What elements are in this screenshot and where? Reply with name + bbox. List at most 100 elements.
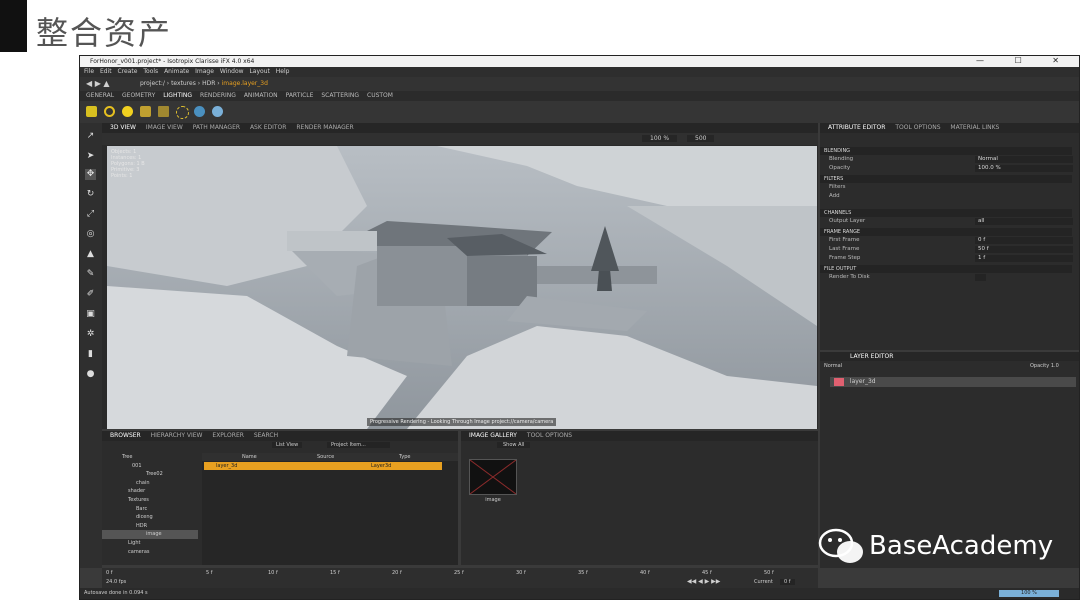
- tab-animation[interactable]: ANIMATION: [244, 92, 278, 99]
- menu-image[interactable]: Image: [195, 68, 214, 75]
- tree-item[interactable]: Tree02: [102, 470, 198, 479]
- light-icon[interactable]: [86, 106, 97, 117]
- tab-explorer[interactable]: EXPLORER: [212, 432, 244, 439]
- first-frame-field[interactable]: 0 f: [975, 237, 1073, 244]
- breadcrumb[interactable]: project:/ › textures › HDR › image.layer…: [140, 80, 268, 87]
- frame-icon[interactable]: ▣: [85, 309, 96, 320]
- tab-particle[interactable]: PARTICLE: [286, 92, 314, 99]
- render-viewport[interactable]: Objects: 1 Instances: 1 Polygons: 1 B Pr…: [107, 146, 817, 429]
- tab-3d-view[interactable]: 3D VIEW: [110, 124, 136, 131]
- scatter-icon[interactable]: ✲: [85, 329, 96, 340]
- blending-dropdown[interactable]: Normal: [975, 156, 1073, 163]
- layer-opacity[interactable]: Opacity 1.0: [1030, 363, 1059, 369]
- value-field[interactable]: 500: [687, 135, 715, 142]
- gi-light-icon[interactable]: [212, 106, 223, 117]
- paint-icon[interactable]: ✎: [85, 269, 96, 280]
- menu-animate[interactable]: Animate: [164, 68, 189, 75]
- tree-item-selected[interactable]: image: [102, 530, 198, 539]
- menu-help[interactable]: Help: [276, 68, 290, 75]
- column-source[interactable]: Source: [317, 453, 334, 461]
- tab-ask-editor[interactable]: ASK EDITOR: [250, 124, 287, 131]
- add-filter-button[interactable]: Add: [829, 192, 840, 201]
- section-blending[interactable]: BLENDING: [820, 147, 1072, 155]
- tick-label: 35 f: [578, 570, 588, 576]
- output-layer-field[interactable]: all: [975, 218, 1073, 225]
- opacity-field[interactable]: 100.0 %: [975, 165, 1073, 172]
- current-frame-field[interactable]: 0 f: [780, 579, 795, 585]
- tab-lighting[interactable]: LIGHTING: [163, 92, 192, 99]
- color-swatch-icon[interactable]: ●: [85, 369, 96, 380]
- menu-create[interactable]: Create: [118, 68, 138, 75]
- brush-icon[interactable]: ✐: [85, 289, 96, 300]
- view-mode-dropdown[interactable]: List View: [272, 442, 303, 448]
- tab-custom[interactable]: CUSTOM: [367, 92, 393, 99]
- nav-arrows-icon[interactable]: ◀ ▶ ▲: [86, 79, 110, 88]
- column-type[interactable]: Type: [399, 453, 410, 461]
- tab-general[interactable]: GENERAL: [86, 92, 114, 99]
- tree-item[interactable]: Tree: [102, 453, 198, 462]
- menu-layout[interactable]: Layout: [249, 68, 269, 75]
- table-row[interactable]: layer_3d Layer3d: [204, 462, 442, 470]
- tab-layer-editor[interactable]: LAYER EDITOR: [850, 353, 893, 360]
- layer-blend-dropdown[interactable]: Normal: [824, 363, 842, 369]
- tree-item[interactable]: HDR: [102, 522, 198, 531]
- orbit-icon[interactable]: ◎: [85, 229, 96, 240]
- tab-hierarchy-view[interactable]: HIERARCHY VIEW: [151, 432, 203, 439]
- show-filter-dropdown[interactable]: Show All: [497, 442, 531, 448]
- pick-icon[interactable]: ↗: [85, 131, 96, 142]
- layer-row[interactable]: layer_3d: [830, 377, 1076, 387]
- section-frame-range[interactable]: FRAME RANGE: [820, 228, 1072, 236]
- tab-browser[interactable]: BROWSER: [110, 432, 141, 439]
- sun-icon[interactable]: [104, 106, 115, 117]
- tab-render-manager[interactable]: RENDER MANAGER: [296, 124, 353, 131]
- rotate-icon[interactable]: ↻: [85, 189, 96, 200]
- measure-icon[interactable]: ▮: [85, 349, 96, 360]
- move-icon[interactable]: ✥: [85, 169, 96, 180]
- tab-attribute-editor[interactable]: ATTRIBUTE EDITOR: [828, 124, 885, 131]
- timeline[interactable]: 0 f 5 f 10 f 15 f 20 f 25 f 30 f 35 f 40…: [102, 568, 818, 588]
- tab-gallery-tool-options[interactable]: TOOL OPTIONS: [527, 432, 572, 439]
- tree-item[interactable]: Light: [102, 539, 198, 548]
- frame-step-field[interactable]: 1 f: [975, 255, 1073, 262]
- section-file-output[interactable]: FILE OUTPUT: [820, 265, 1072, 273]
- tree-item[interactable]: Barc: [102, 505, 198, 514]
- section-channels[interactable]: CHANNELS: [820, 209, 1072, 217]
- point-light-icon[interactable]: [176, 106, 189, 119]
- last-frame-field[interactable]: 50 f: [975, 246, 1073, 253]
- tab-geometry[interactable]: GEOMETRY: [122, 92, 155, 99]
- playback-controls-icon[interactable]: ◀◀ ◀ ▶ ▶▶: [687, 578, 720, 585]
- zoom-field[interactable]: 100 %: [642, 135, 678, 142]
- column-name[interactable]: Name: [242, 453, 257, 461]
- tree-item[interactable]: cameras: [102, 548, 198, 557]
- tab-image-gallery[interactable]: IMAGE GALLERY: [469, 432, 517, 439]
- tab-path-manager[interactable]: PATH MANAGER: [193, 124, 240, 131]
- section-filters[interactable]: FILTERS: [820, 175, 1072, 183]
- menu-window[interactable]: Window: [220, 68, 244, 75]
- tab-tool-options[interactable]: TOOL OPTIONS: [895, 124, 940, 131]
- tree-item[interactable]: chain: [102, 479, 198, 488]
- image-thumbnail[interactable]: [469, 459, 517, 495]
- tab-material-links[interactable]: MATERIAL LINKS: [950, 124, 999, 131]
- tree-item[interactable]: diceng: [102, 513, 198, 522]
- tab-rendering[interactable]: RENDERING: [200, 92, 236, 99]
- menu-tools[interactable]: Tools: [143, 68, 158, 75]
- window-controls[interactable]: — ☐ ✕: [976, 56, 1073, 65]
- spot-light-icon[interactable]: [140, 106, 151, 117]
- environment-light-icon[interactable]: [194, 106, 205, 117]
- sphere-light-icon[interactable]: [122, 106, 133, 117]
- area-light-icon[interactable]: [158, 106, 169, 117]
- tab-search[interactable]: SEARCH: [254, 432, 278, 439]
- menu-file[interactable]: File: [84, 68, 94, 75]
- project-filter-input[interactable]: Project Item...: [327, 442, 390, 448]
- tab-image-view[interactable]: IMAGE VIEW: [146, 124, 183, 131]
- render-to-disk-checkbox[interactable]: [975, 274, 986, 281]
- select-icon[interactable]: ➤: [85, 151, 96, 162]
- camera-icon[interactable]: ▲: [85, 249, 96, 260]
- tree-item[interactable]: shader: [102, 487, 198, 496]
- scale-icon[interactable]: ⤢: [85, 209, 96, 220]
- tree-item[interactable]: Textures: [102, 496, 198, 505]
- tree-item[interactable]: 001: [102, 462, 198, 471]
- menu-edit[interactable]: Edit: [100, 68, 112, 75]
- clarisse-window: ForHonor_v001.project* - Isotropix Clari…: [79, 55, 1080, 600]
- tab-scattering[interactable]: SCATTERING: [321, 92, 359, 99]
